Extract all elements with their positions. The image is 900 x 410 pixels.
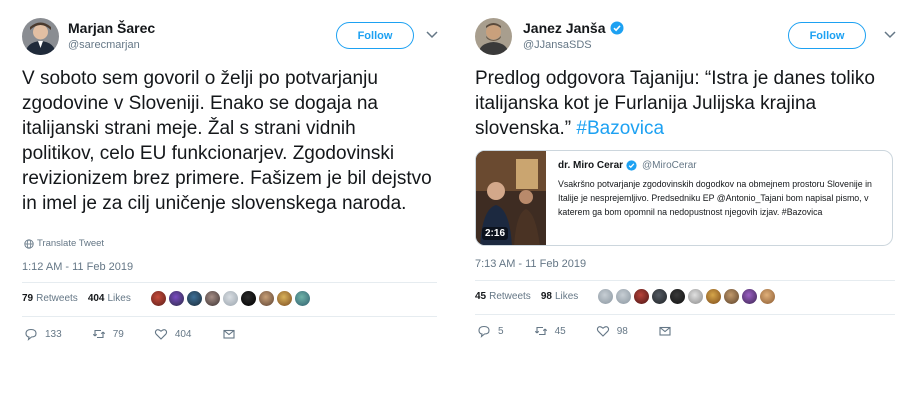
- retweets-label: Retweets: [36, 293, 78, 304]
- liker-avatar[interactable]: [634, 289, 650, 304]
- quoted-author-name[interactable]: dr. Miro Cerar: [558, 160, 623, 171]
- liker-avatar[interactable]: [222, 291, 238, 306]
- liker-avatar[interactable]: [652, 289, 668, 304]
- author-handle[interactable]: @sarecmarjan: [68, 39, 140, 51]
- video-duration: 2:16: [482, 227, 509, 240]
- liker-avatar[interactable]: [670, 289, 686, 304]
- liker-avatar[interactable]: [294, 291, 310, 306]
- tweet-actions: 5 45 98: [477, 324, 702, 338]
- direct-message-button[interactable]: [222, 327, 236, 341]
- liker-avatar[interactable]: [240, 291, 256, 306]
- globe-icon: [24, 238, 34, 249]
- likes-count: 98: [540, 291, 552, 302]
- liker-avatar[interactable]: [150, 291, 166, 306]
- tweet-text: Predlog odgovora Tajaniju: “Istra je dan…: [475, 66, 890, 141]
- retweets-count: 79: [22, 293, 34, 304]
- likes-label: Likes: [107, 293, 131, 304]
- like-icon: [596, 326, 609, 337]
- chevron-down-icon[interactable]: [884, 30, 896, 40]
- retweets-count: 45: [475, 291, 487, 302]
- reply-button[interactable]: 133: [24, 327, 62, 341]
- message-icon: [222, 329, 235, 339]
- liker-avatars: [598, 289, 776, 304]
- avatar-image: [22, 18, 59, 55]
- quoted-tweet-text: Vsakršno potvarjanje zgodovinskih dogodk…: [558, 179, 872, 217]
- reply-icon: [25, 328, 37, 341]
- chevron-down-icon[interactable]: [426, 30, 438, 40]
- divider: [475, 280, 895, 281]
- liker-avatar[interactable]: [724, 289, 740, 304]
- reply-count: 5: [498, 325, 504, 337]
- liker-avatar[interactable]: [258, 291, 274, 306]
- liker-avatar[interactable]: [616, 289, 632, 304]
- retweet-icon: [92, 329, 105, 339]
- follow-button[interactable]: Follow: [336, 22, 414, 49]
- quoted-author: dr. Miro Cerar @MiroCerar: [558, 160, 697, 171]
- liker-avatar[interactable]: [706, 289, 722, 304]
- reply-icon: [478, 325, 490, 338]
- timestamp[interactable]: 7:13 AM - 11 Feb 2019: [475, 258, 586, 270]
- retweet-button[interactable]: 79: [92, 327, 124, 341]
- author-handle[interactable]: @JJansaSDS: [523, 39, 592, 51]
- tweet-actions: 133 79 404: [24, 327, 266, 341]
- message-icon: [659, 326, 671, 336]
- quoted-video-thumbnail[interactable]: 2:16: [476, 151, 546, 245]
- liker-avatar[interactable]: [760, 289, 776, 304]
- translate-tweet-link[interactable]: Translate Tweet: [24, 238, 104, 249]
- retweet-button[interactable]: 45: [534, 324, 566, 338]
- likes-label: Likes: [554, 291, 579, 302]
- avatar[interactable]: [22, 18, 59, 55]
- avatar-image: [475, 18, 512, 55]
- verified-icon: [626, 160, 637, 171]
- tweet-text: V soboto sem govoril o želji po potvarja…: [22, 68, 432, 214]
- quoted-tweet[interactable]: 2:16 dr. Miro Cerar @MiroCerar Vsakršno …: [475, 150, 893, 246]
- timestamp[interactable]: 1:12 AM - 11 Feb 2019: [22, 261, 133, 273]
- divider: [22, 282, 437, 283]
- author-name[interactable]: Marjan Šarec: [68, 20, 155, 36]
- tweet-sarec: Marjan Šarec @sarecmarjan Follow V sobot…: [0, 0, 440, 410]
- likes-stat[interactable]: 404 Likes: [88, 293, 131, 304]
- like-button[interactable]: 404: [154, 327, 192, 341]
- retweet-count: 79: [112, 328, 124, 340]
- divider: [475, 314, 895, 315]
- like-icon: [154, 329, 167, 340]
- likes-stat[interactable]: 98 Likes: [541, 291, 578, 302]
- liker-avatar[interactable]: [742, 289, 758, 304]
- retweet-icon: [534, 326, 547, 336]
- liker-avatar[interactable]: [186, 291, 202, 306]
- divider: [22, 316, 437, 317]
- follow-button[interactable]: Follow: [788, 22, 866, 49]
- avatar[interactable]: [475, 18, 512, 55]
- hashtag-link[interactable]: #Bazovica: [576, 118, 664, 139]
- retweets-label: Retweets: [489, 291, 531, 302]
- liker-avatars: [150, 291, 310, 306]
- reply-button[interactable]: 5: [477, 324, 504, 338]
- liker-avatar[interactable]: [168, 291, 184, 306]
- reply-count: 133: [45, 328, 62, 340]
- retweets-stat[interactable]: 45 Retweets: [475, 291, 531, 302]
- engagement-stats: 79 Retweets 404 Likes: [22, 291, 310, 306]
- like-count: 98: [616, 325, 628, 337]
- tweet-text-body: Predlog odgovora Tajaniju: “Istra je dan…: [475, 68, 875, 139]
- author-name[interactable]: Janez Janša: [523, 20, 624, 36]
- liker-avatar[interactable]: [688, 289, 704, 304]
- liker-avatar[interactable]: [276, 291, 292, 306]
- verified-icon: [610, 21, 623, 35]
- translate-label: Translate Tweet: [37, 238, 105, 249]
- engagement-stats: 45 Retweets 98 Likes: [475, 289, 776, 304]
- direct-message-button[interactable]: [658, 324, 672, 338]
- likes-count: 404: [87, 293, 105, 304]
- retweet-count: 45: [554, 325, 566, 337]
- tweet-jansa: Janez Janša @JJansaSDS Follow Predlog od…: [455, 0, 896, 410]
- retweets-stat[interactable]: 79 Retweets: [22, 293, 78, 304]
- quoted-author-handle[interactable]: @MiroCerar: [642, 160, 697, 171]
- like-button[interactable]: 98: [596, 324, 628, 338]
- like-count: 404: [174, 328, 192, 340]
- liker-avatar[interactable]: [204, 291, 220, 306]
- liker-avatar[interactable]: [598, 289, 614, 304]
